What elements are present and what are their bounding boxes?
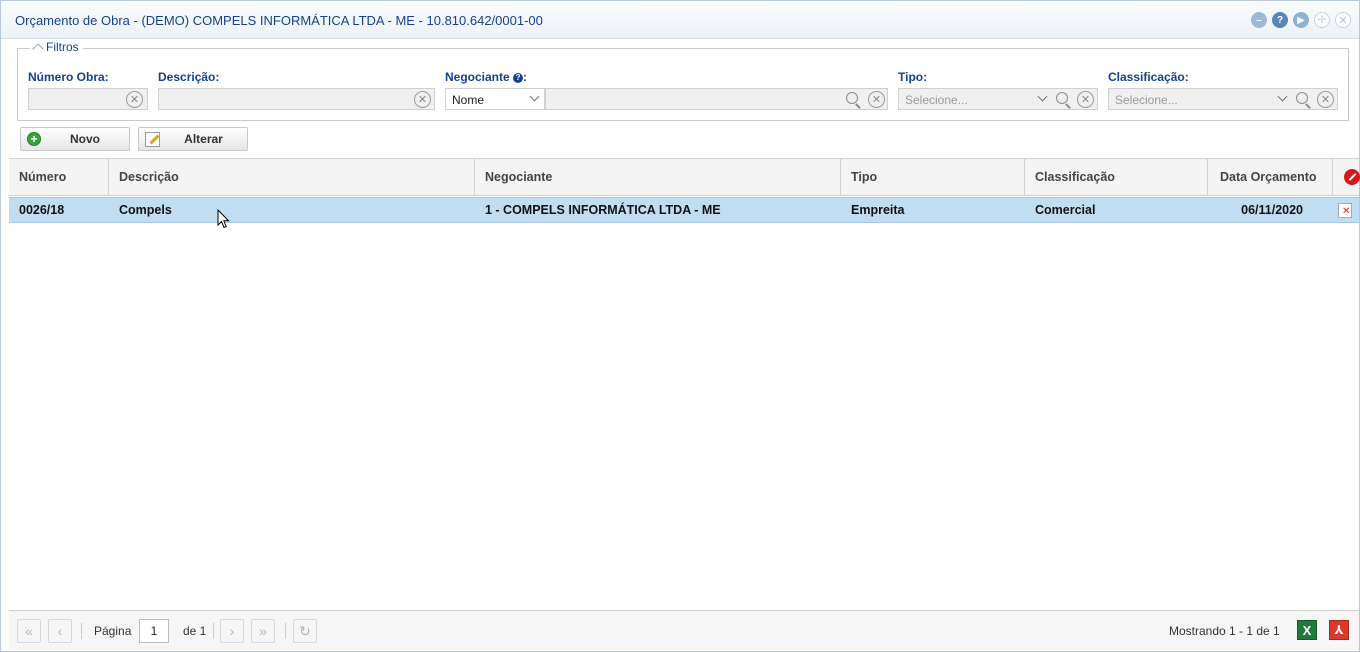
tipo-placeholder: Selecione...	[905, 93, 968, 107]
search-icon[interactable]	[1295, 91, 1313, 109]
negociante-label: Negociante ?:	[445, 70, 527, 84]
cell-descricao: Compels	[119, 203, 172, 217]
last-page-icon[interactable]: »	[251, 619, 275, 643]
paging-display-text: Mostrando 1 - 1 de 1	[1169, 624, 1280, 638]
next-page-icon[interactable]: ›	[220, 619, 244, 643]
cell-classificacao: Comercial	[1035, 203, 1096, 217]
mouse-cursor-icon	[217, 209, 230, 229]
chevron-down-icon[interactable]	[529, 91, 540, 102]
next-icon[interactable]: ▶	[1293, 12, 1309, 28]
orcamento-window: Orçamento de Obra - (DEMO) COMPELS INFOR…	[0, 0, 1360, 652]
search-icon[interactable]	[1055, 91, 1073, 109]
cell-data-orcamento: 06/11/2020	[1241, 203, 1303, 217]
column-header-classificacao[interactable]: Classificação	[1025, 159, 1208, 195]
negociante-label-text: Negociante	[445, 70, 510, 84]
cell-numero: 0026/18	[19, 203, 65, 217]
filters-legend[interactable]: Filtros	[30, 40, 83, 55]
novo-button[interactable]: + Novo	[20, 127, 130, 151]
column-header-numero[interactable]: Número	[9, 159, 109, 195]
paging-toolbar: « ‹ Página 1 de 1 › » ↻ Mostrando 1 - 1 …	[9, 610, 1359, 650]
numero-obra-label: Número Obra:	[28, 70, 109, 84]
alterar-button-label: Alterar	[184, 132, 223, 146]
refresh-icon[interactable]: ↻	[293, 619, 317, 643]
page-count-label: de 1	[183, 624, 207, 638]
page-label: Página	[94, 624, 132, 638]
column-header-data-orcamento[interactable]: Data Orçamento	[1208, 159, 1333, 195]
tipo-label: Tipo:	[898, 70, 928, 84]
chevron-down-icon[interactable]	[1277, 91, 1288, 102]
cell-tipo: Empreita	[851, 203, 905, 217]
negociante-field[interactable]: ✕	[545, 88, 888, 110]
tipo-select[interactable]: Selecione... ✕	[898, 88, 1098, 110]
column-header-descricao[interactable]: Descrição	[109, 159, 475, 195]
help-icon[interactable]: ?	[1272, 12, 1288, 28]
clear-icon[interactable]: ✕	[126, 91, 143, 108]
filters-panel: Filtros Número Obra: ✕ Descrição: ✕ Nego…	[17, 40, 1349, 121]
negociante-label-suffix: :	[523, 70, 528, 84]
pdf-export-icon[interactable]: ⅄	[1329, 620, 1349, 640]
window-title: Orçamento de Obra - (DEMO) COMPELS INFOR…	[15, 13, 543, 28]
minimize-icon[interactable]: –	[1251, 12, 1267, 28]
grid-header: Número Descrição Negociante Tipo Classif…	[9, 159, 1360, 196]
orcamentos-grid: Número Descrição Negociante Tipo Classif…	[9, 158, 1360, 610]
novo-button-label: Novo	[70, 132, 100, 146]
negociante-input[interactable]	[546, 89, 887, 109]
pdf-report-icon[interactable]: ✕	[1338, 203, 1352, 218]
classificacao-label: Classificação:	[1108, 70, 1189, 84]
descricao-input[interactable]	[159, 89, 434, 109]
descricao-label: Descrição:	[158, 70, 220, 84]
info-icon: ?	[513, 72, 524, 83]
clear-icon[interactable]: ✕	[868, 91, 885, 108]
add-icon: +	[27, 132, 41, 146]
descricao-field[interactable]: ✕	[158, 88, 435, 110]
column-header-tipo[interactable]: Tipo	[841, 159, 1025, 195]
cancel-icon[interactable]	[1344, 169, 1360, 185]
column-header-negociante[interactable]: Negociante	[475, 159, 841, 195]
edit-icon	[145, 131, 160, 147]
separator	[285, 623, 286, 639]
first-page-icon[interactable]: «	[17, 619, 41, 643]
negociante-mode-select[interactable]: Nome	[445, 88, 545, 110]
previous-page-icon[interactable]: ‹	[48, 619, 72, 643]
window-tools: – ? ▶ ✛ ✕	[1251, 12, 1351, 28]
numero-obra-field[interactable]: ✕	[28, 88, 148, 110]
maximize-icon[interactable]: ✛	[1314, 12, 1330, 28]
filters-legend-label: Filtros	[46, 40, 79, 54]
chevron-down-icon[interactable]	[1037, 91, 1048, 102]
close-icon[interactable]: ✕	[1335, 12, 1351, 28]
cell-negociante: 1 - COMPELS INFORMÁTICA LTDA - ME	[485, 203, 721, 217]
table-row[interactable]: 0026/18 Compels 1 - COMPELS INFORMÁTICA …	[9, 197, 1359, 223]
classificacao-select[interactable]: Selecione... ✕	[1108, 88, 1338, 110]
title-bar: Orçamento de Obra - (DEMO) COMPELS INFOR…	[1, 1, 1359, 39]
clear-icon[interactable]: ✕	[1317, 91, 1334, 108]
classificacao-placeholder: Selecione...	[1115, 93, 1178, 107]
separator	[213, 623, 214, 639]
page-number-input[interactable]: 1	[139, 619, 169, 643]
search-icon[interactable]	[845, 91, 863, 109]
clear-icon[interactable]: ✕	[1077, 91, 1094, 108]
negociante-mode-value: Nome	[452, 93, 485, 107]
excel-export-icon[interactable]: X	[1297, 620, 1317, 640]
clear-icon[interactable]: ✕	[414, 91, 431, 108]
separator	[81, 623, 82, 639]
collapse-chevron-icon[interactable]	[32, 43, 44, 55]
alterar-button[interactable]: Alterar	[138, 127, 248, 151]
